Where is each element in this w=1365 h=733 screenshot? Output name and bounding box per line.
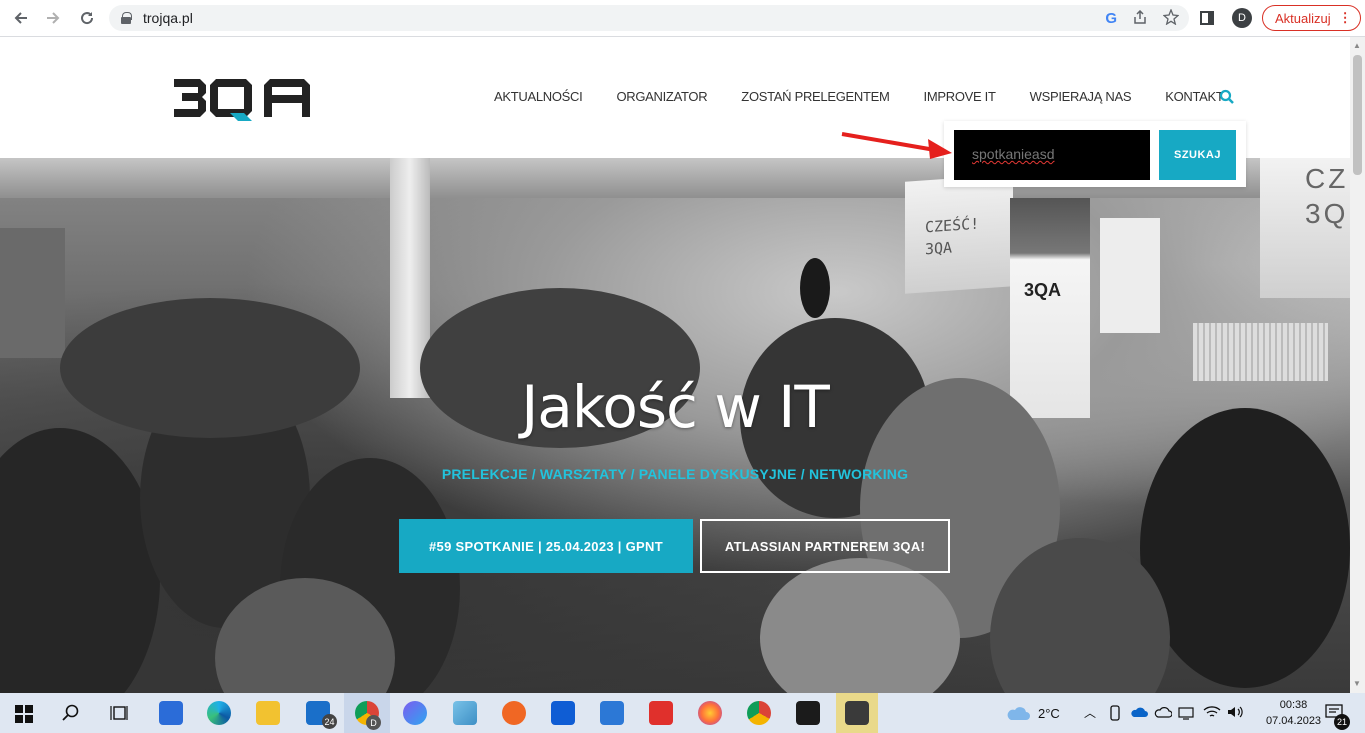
store-icon[interactable] (159, 701, 183, 725)
hero-subtitle: PRELEKCJE / WARSZTATY / PANELE DYSKUSYJN… (441, 466, 909, 482)
side-panel-icon[interactable] (1200, 11, 1214, 25)
forward-icon[interactable] (38, 3, 68, 33)
atlassian-partner-button[interactable]: ATLASSIAN PARTNEREM 3QA! (700, 519, 950, 573)
speaker-silhouette (800, 258, 830, 318)
dropbox-icon[interactable] (551, 701, 575, 725)
scroll-down-icon[interactable]: ▼ (1353, 679, 1361, 688)
address-bar[interactable]: trojqa.pl G (109, 5, 1189, 31)
pdf-icon[interactable] (649, 701, 673, 725)
system-clock[interactable]: 00:38 07.04.2023 (1266, 697, 1321, 729)
lock-icon (121, 12, 132, 24)
onedrive-personal-icon[interactable] (1154, 706, 1172, 718)
file-explorer-icon[interactable] (256, 701, 280, 725)
screen-text-3qa: 3QA (925, 238, 953, 259)
tray-monitor-icon[interactable] (1178, 706, 1194, 720)
onedrive-icon[interactable] (1130, 706, 1148, 718)
banner-text-3qa: 3QA (1024, 280, 1062, 300)
nav-improve-it[interactable]: IMPROVE IT (924, 89, 996, 104)
tray-device-icon[interactable] (1108, 705, 1122, 721)
door (0, 228, 65, 358)
audience-silhouette (1140, 408, 1350, 688)
reload-icon[interactable] (72, 3, 102, 33)
scroll-thumb[interactable] (1353, 55, 1362, 175)
search-icon[interactable] (1219, 89, 1235, 105)
main-navigation: AKTUALNOŚCI ORGANIZATOR ZOSTAŃ PRELEGENT… (494, 89, 1258, 104)
clock-time: 00:38 (1279, 699, 1308, 711)
hero-title: Jakość w IT (521, 373, 830, 441)
google-translate-icon[interactable]: G (1105, 10, 1117, 27)
nav-aktualnosci[interactable]: AKTUALNOŚCI (494, 89, 583, 104)
edge-icon[interactable] (207, 701, 231, 725)
nav-kontakt[interactable]: KONTAKT (1165, 89, 1224, 104)
url-text: trojqa.pl (143, 10, 193, 26)
search-taskbar-icon[interactable] (62, 704, 80, 722)
terminal-icon[interactable] (796, 701, 820, 725)
search-input-value: spotkanieasd (972, 146, 1055, 162)
search-popup: spotkanieasd SZUKAJ (944, 121, 1246, 187)
logo[interactable] (172, 75, 318, 121)
notification-count-badge: 21 (1334, 714, 1350, 730)
screen-text-cz: CZ (1305, 163, 1349, 194)
mail-badge: 24 (322, 714, 337, 729)
meeting-button[interactable]: #59 SPOTKANIE | 25.04.2023 | GPNT (399, 519, 693, 573)
weather-cloud-icon[interactable] (1005, 704, 1031, 722)
document-icon[interactable] (600, 701, 624, 725)
projection-screen: CZEŚĆ! 3QA (905, 174, 1013, 294)
page-scrollbar[interactable]: ▲ ▼ (1350, 37, 1365, 693)
weather-temperature[interactable]: 2°C (1038, 706, 1060, 721)
firefox-icon[interactable] (698, 701, 722, 725)
annotation-arrow-icon (841, 132, 952, 159)
browser-toolbar: trojqa.pl G D Aktualizuj ⋮ (0, 0, 1365, 37)
back-icon[interactable] (6, 3, 36, 33)
hero-section: CZEŚĆ! 3QA CZ 3Q 3QA Jakość w IT PRELEKC… (0, 158, 1350, 693)
projection-screen-right: CZ 3Q (1260, 158, 1350, 298)
nav-zostan-prelegentem[interactable]: ZOSTAŃ PRELEGENTEM (741, 89, 890, 104)
update-label: Aktualizuj (1275, 10, 1331, 26)
chrome-profile-badge: D (366, 715, 381, 730)
swift-icon[interactable] (502, 701, 526, 725)
clock-date: 07.04.2023 (1266, 715, 1322, 727)
menu-dots-icon: ⋮ (1338, 10, 1352, 25)
search-submit-button[interactable]: SZUKAJ (1159, 130, 1236, 180)
update-button[interactable]: Aktualizuj ⋮ (1262, 5, 1361, 31)
search-input[interactable]: spotkanieasd (954, 130, 1150, 180)
bookmark-star-icon[interactable] (1162, 7, 1180, 28)
scroll-up-icon[interactable]: ▲ (1353, 41, 1361, 50)
share-icon[interactable] (1133, 9, 1147, 27)
volume-icon[interactable] (1226, 705, 1244, 719)
nav-wspieraja-nas[interactable]: WSPIERAJĄ NAS (1030, 89, 1132, 104)
screen-text-czesc: CZEŚĆ! (925, 214, 980, 237)
media-app-icon[interactable] (845, 701, 869, 725)
chrome-secondary-icon[interactable] (747, 701, 771, 725)
windows-taskbar: 24 D 2°C ︿ 00:38 07.04.2023 21 (0, 693, 1365, 733)
windows-start-icon[interactable] (15, 705, 33, 723)
flipchart (1100, 218, 1160, 333)
copilot-icon[interactable] (403, 701, 427, 725)
wifi-icon[interactable] (1203, 705, 1221, 719)
task-view-icon[interactable] (110, 704, 128, 722)
profile-avatar[interactable]: D (1232, 8, 1252, 28)
screen-text-3q: 3Q (1305, 198, 1349, 229)
app-icon[interactable] (453, 701, 477, 725)
nav-organizator[interactable]: ORGANIZATOR (616, 89, 707, 104)
tray-chevron-up-icon[interactable]: ︿ (1084, 704, 1096, 721)
